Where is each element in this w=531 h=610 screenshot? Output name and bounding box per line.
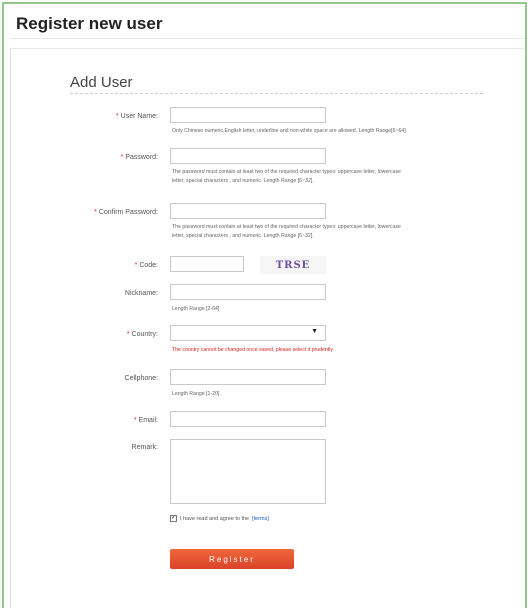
- confirm-password-input[interactable]: [170, 203, 326, 219]
- code-input[interactable]: [170, 256, 244, 272]
- nickname-label: Nickname:: [124, 290, 158, 297]
- username-hint: Only Chinese numeric,English letter, und…: [172, 128, 408, 134]
- section-divider: [70, 93, 483, 94]
- password-label: * Password:: [120, 154, 158, 161]
- required-mark: *: [126, 331, 130, 338]
- email-input[interactable]: [170, 411, 326, 427]
- country-select[interactable]: ▼: [170, 325, 326, 341]
- required-mark: *: [120, 154, 124, 161]
- username-label: * User Name:: [115, 113, 158, 120]
- country-label: * Country:: [126, 331, 158, 338]
- email-label: * Email:: [133, 417, 158, 424]
- required-mark: *: [133, 417, 137, 424]
- section-title: Add User: [70, 74, 133, 91]
- agree-checkbox[interactable]: ✓: [170, 515, 177, 522]
- agree-text: I have read and agree to the: [180, 515, 250, 522]
- cellphone-input[interactable]: [170, 369, 326, 385]
- remark-label: Remark:: [131, 444, 158, 451]
- title-divider: [10, 38, 525, 39]
- required-mark: *: [115, 113, 119, 120]
- code-label: * Code:: [134, 262, 158, 269]
- page-title: Register new user: [16, 14, 163, 33]
- required-mark: *: [134, 262, 138, 269]
- remark-textarea[interactable]: [170, 439, 326, 504]
- required-mark: *: [94, 209, 97, 216]
- cellphone-hint: Length Range [1-20]: [172, 391, 220, 397]
- terms-agreement: ✓ I have read and agree to the [terms]: [170, 515, 269, 522]
- password-input[interactable]: [170, 148, 326, 164]
- nickname-hint: Length Range [2-64]: [172, 306, 220, 312]
- register-button[interactable]: Register: [170, 549, 294, 569]
- country-warning: The country cannot be changed once saved…: [172, 347, 334, 353]
- confirm-password-label: * Confirm Password:: [94, 209, 158, 216]
- cellphone-label: Cellphone:: [124, 375, 158, 382]
- password-hint: The password must contain at least two o…: [172, 169, 401, 184]
- nickname-input[interactable]: [170, 284, 326, 300]
- terms-link[interactable]: [terms]: [252, 516, 269, 522]
- chevron-down-icon: ▼: [311, 328, 318, 335]
- captcha-image[interactable]: TRSE: [260, 256, 326, 274]
- username-input[interactable]: [170, 107, 326, 123]
- confirm-password-hint: The password must contain at least two o…: [172, 224, 401, 239]
